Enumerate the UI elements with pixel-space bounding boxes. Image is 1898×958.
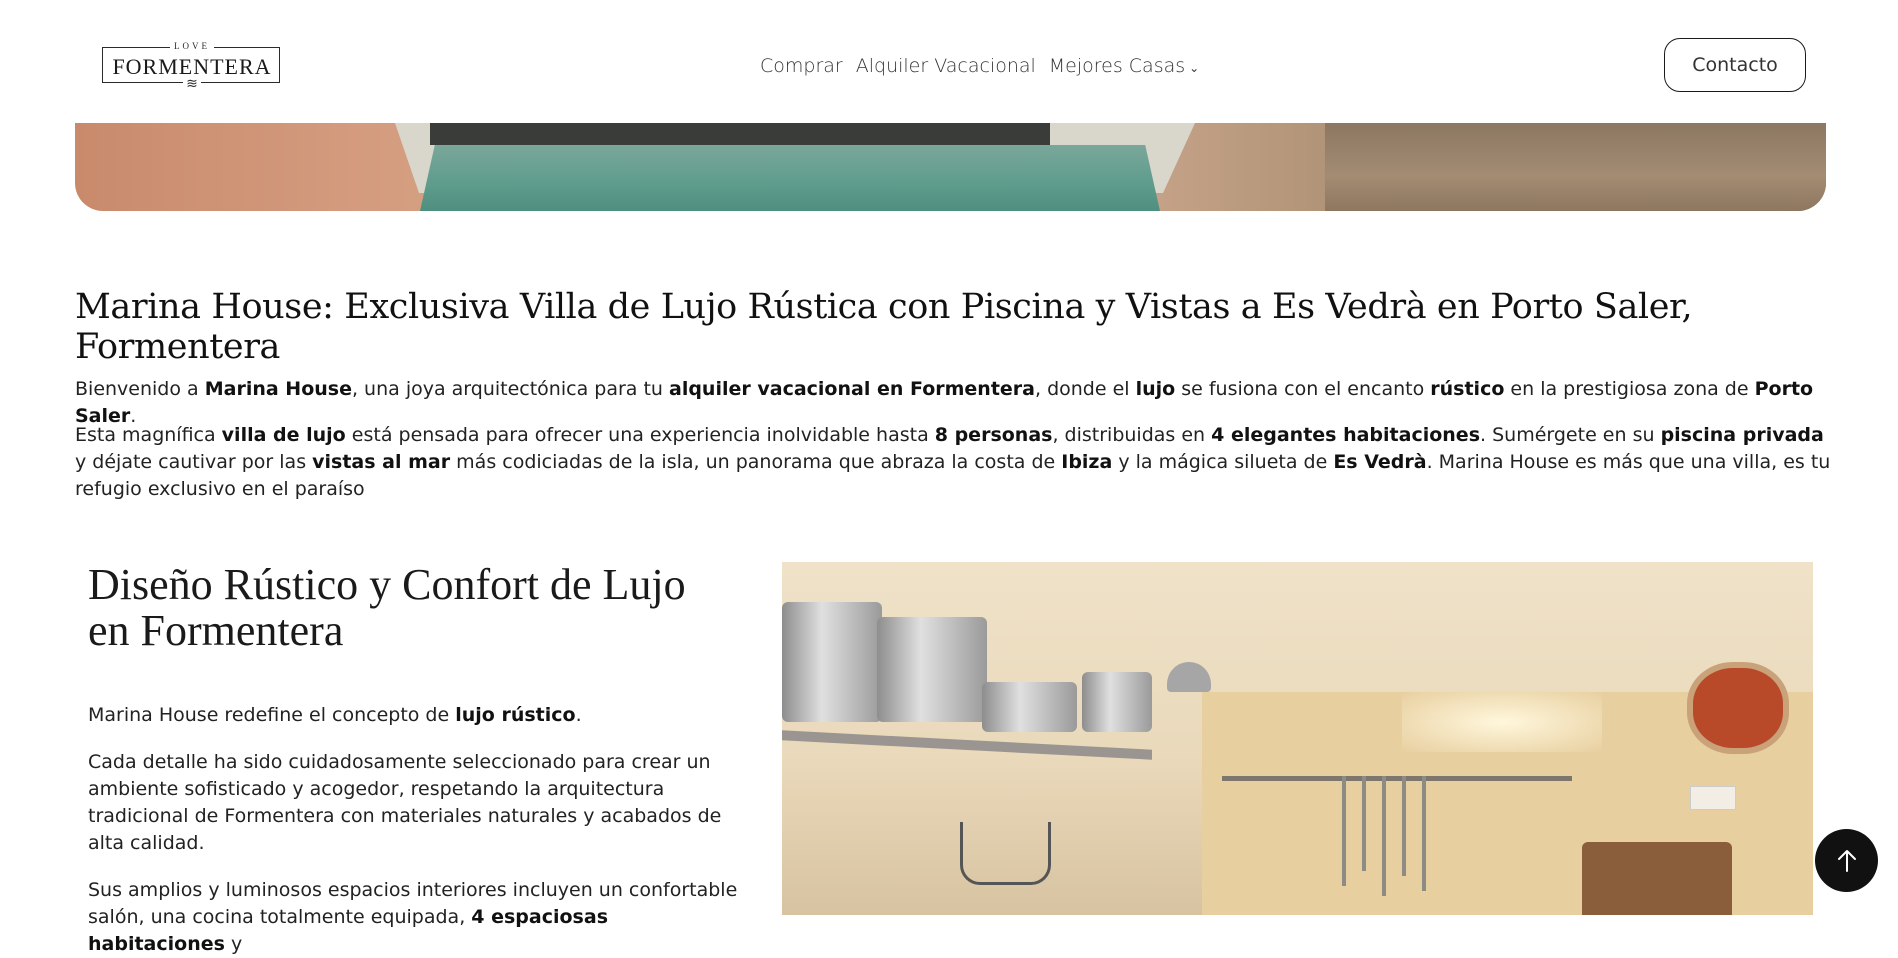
text-run: en la prestigiosa zona de <box>1504 378 1755 400</box>
back-to-top-button[interactable] <box>1815 829 1878 892</box>
emphasis-text: piscina privada <box>1660 424 1824 446</box>
text-run: . Sumérgete en su <box>1480 424 1661 446</box>
colander <box>1082 672 1152 732</box>
page-title: Marina House: Exclusiva Villa de Lujo Rú… <box>75 287 1693 367</box>
utensil <box>1382 776 1386 896</box>
section-paragraph-1: Marina House redefine el concepto de luj… <box>88 702 738 729</box>
text-run: Sus amplios y luminosos espacios interio… <box>88 879 738 928</box>
wall-socket <box>1690 786 1736 810</box>
text-run: y déjate cautivar por las <box>75 451 313 473</box>
hero-image-pool <box>75 123 1826 211</box>
kitchen-shelf <box>782 730 1152 760</box>
utensil <box>1422 776 1426 891</box>
nav-alquiler-vacacional[interactable]: Alquiler Vacacional <box>856 55 1036 77</box>
contact-button[interactable]: Contacto <box>1664 38 1806 92</box>
wire-basket <box>960 822 1051 885</box>
text-run: más codiciadas de la isla, un panorama q… <box>450 451 1062 473</box>
emphasis-text: Es Vedrà <box>1333 451 1427 473</box>
wall-lamp <box>1167 662 1211 692</box>
fish-decoration <box>1687 662 1789 754</box>
utensil-rail <box>1222 776 1572 781</box>
nav-mejores-casas[interactable]: Mejores Casas ⌄ <box>1049 55 1199 77</box>
utensil <box>1342 776 1346 886</box>
pot-large <box>782 602 882 722</box>
pool-shadow <box>430 123 1050 145</box>
chevron-down-icon: ⌄ <box>1189 61 1200 75</box>
text-run: y <box>224 933 243 955</box>
site-logo[interactable]: LOVE FORMENTERA ≋ <box>102 41 282 91</box>
text-run: , una joya arquitectónica para tu <box>351 378 669 400</box>
emphasis-text: alquiler vacacional en Formentera <box>669 378 1035 400</box>
nav-comprar[interactable]: Comprar <box>760 55 843 77</box>
section-paragraph-2: Cada detalle ha sido cuidadosamente sele… <box>88 749 738 857</box>
emphasis-text: rústico <box>1430 378 1505 400</box>
emphasis-text: 4 elegantes habitaciones <box>1211 424 1481 446</box>
section-title: Diseño Rústico y Confort de Lujo en Form… <box>88 560 686 655</box>
nav-mejores-casas-label: Mejores Casas <box>1048 55 1186 77</box>
emphasis-text: vistas al mar <box>312 451 451 473</box>
emphasis-text: Marina House <box>204 378 352 400</box>
logo-love-text: LOVE <box>102 41 282 51</box>
text-run: Esta magnífica <box>75 424 222 446</box>
kitchen-image <box>782 562 1813 915</box>
text-run: , donde el <box>1034 378 1136 400</box>
intro-paragraph-2: Esta magnífica villa de lujo está pensad… <box>75 422 1835 503</box>
utensil <box>1362 776 1366 871</box>
text-run: está pensada para ofrecer una experienci… <box>345 424 935 446</box>
site-header: LOVE FORMENTERA ≋ Comprar Alquiler Vacac… <box>0 0 1898 123</box>
emphasis-text: 8 personas <box>934 424 1053 446</box>
pan-stack <box>982 682 1077 732</box>
text-run: y la mágica silueta de <box>1112 451 1334 473</box>
spice-cabinet <box>1582 842 1732 915</box>
pot-medium <box>877 617 987 722</box>
text-run: . <box>575 704 582 726</box>
pool-water <box>420 145 1160 211</box>
emphasis-text: Ibiza <box>1061 451 1113 473</box>
emphasis-text: lujo <box>1135 378 1176 400</box>
ground-area <box>1325 123 1826 211</box>
main-nav: Comprar Alquiler Vacacional Mejores Casa… <box>760 53 1199 79</box>
kitchen-light <box>1402 692 1602 752</box>
waves-icon: ≋ <box>102 75 282 92</box>
text-run: se fusiona con el encanto <box>1175 378 1431 400</box>
text-run: Bienvenido a <box>75 378 205 400</box>
emphasis-text: lujo rústico <box>455 704 576 726</box>
utensil <box>1402 776 1406 876</box>
section-paragraph-3: Sus amplios y luminosos espacios interio… <box>88 877 738 958</box>
text-run: Cada detalle ha sido cuidadosamente sele… <box>88 751 722 854</box>
text-run: , distribuidas en <box>1052 424 1212 446</box>
arrow-up-icon <box>1837 849 1856 872</box>
text-run: Marina House redefine el concepto de <box>88 704 456 726</box>
emphasis-text: villa de lujo <box>221 424 346 446</box>
